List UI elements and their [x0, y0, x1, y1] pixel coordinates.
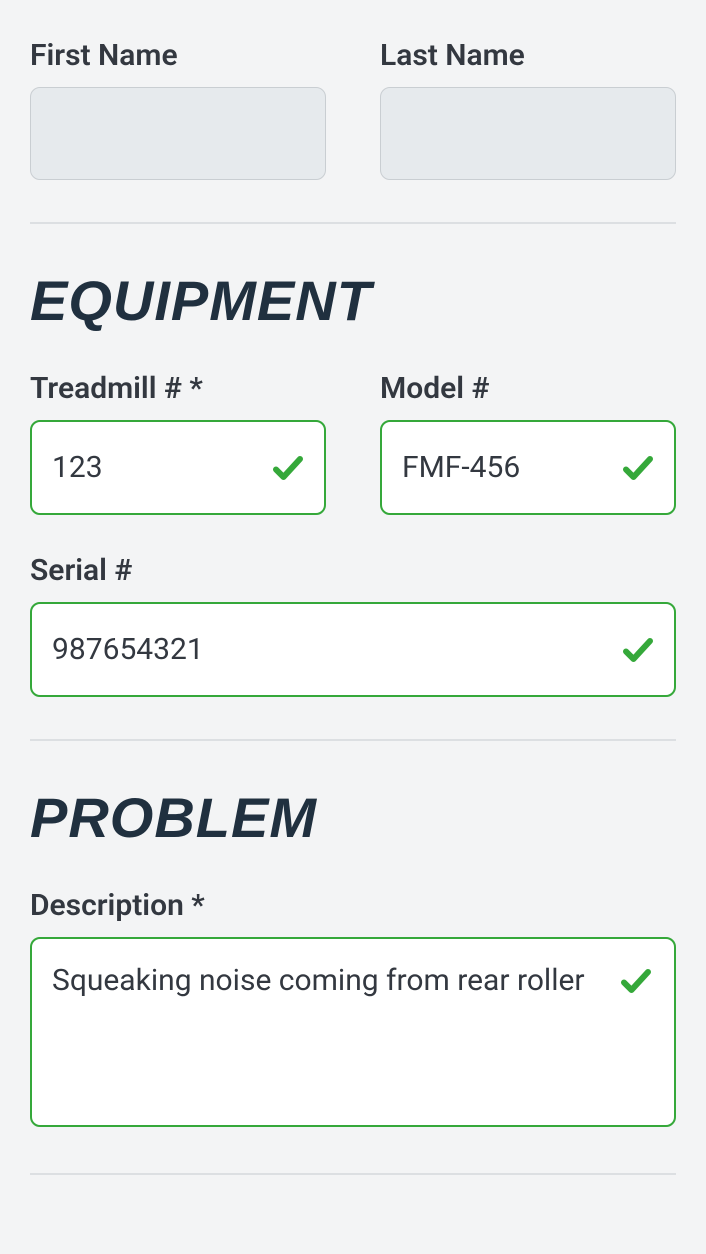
name-row: First Name Last Name — [30, 38, 676, 180]
equipment-row-1: Treadmill # * Model # — [30, 371, 676, 515]
last-name-label: Last Name — [380, 38, 676, 73]
description-label: Description * — [30, 888, 676, 923]
treadmill-col: Treadmill # * — [30, 371, 326, 515]
first-name-input[interactable] — [30, 87, 326, 180]
problem-heading: PROBLEM — [30, 785, 676, 850]
serial-label: Serial # — [30, 553, 676, 588]
description-textarea[interactable] — [30, 937, 676, 1127]
last-name-wrap — [380, 87, 676, 180]
divider — [30, 739, 676, 741]
model-input[interactable] — [380, 420, 676, 515]
treadmill-input[interactable] — [30, 420, 326, 515]
treadmill-wrap — [30, 420, 326, 515]
serial-wrap — [30, 602, 676, 697]
divider — [30, 1173, 676, 1175]
last-name-input[interactable] — [380, 87, 676, 180]
last-name-col: Last Name — [380, 38, 676, 180]
serial-input[interactable] — [30, 602, 676, 697]
serial-col: Serial # — [30, 553, 676, 697]
divider — [30, 222, 676, 224]
equipment-heading: EQUIPMENT — [30, 268, 676, 333]
first-name-label: First Name — [30, 38, 326, 73]
treadmill-label: Treadmill # * — [30, 371, 326, 406]
model-wrap — [380, 420, 676, 515]
first-name-col: First Name — [30, 38, 326, 180]
description-col: Description * — [30, 888, 676, 1131]
model-col: Model # — [380, 371, 676, 515]
description-wrap — [30, 937, 676, 1131]
model-label: Model # — [380, 371, 676, 406]
first-name-wrap — [30, 87, 326, 180]
